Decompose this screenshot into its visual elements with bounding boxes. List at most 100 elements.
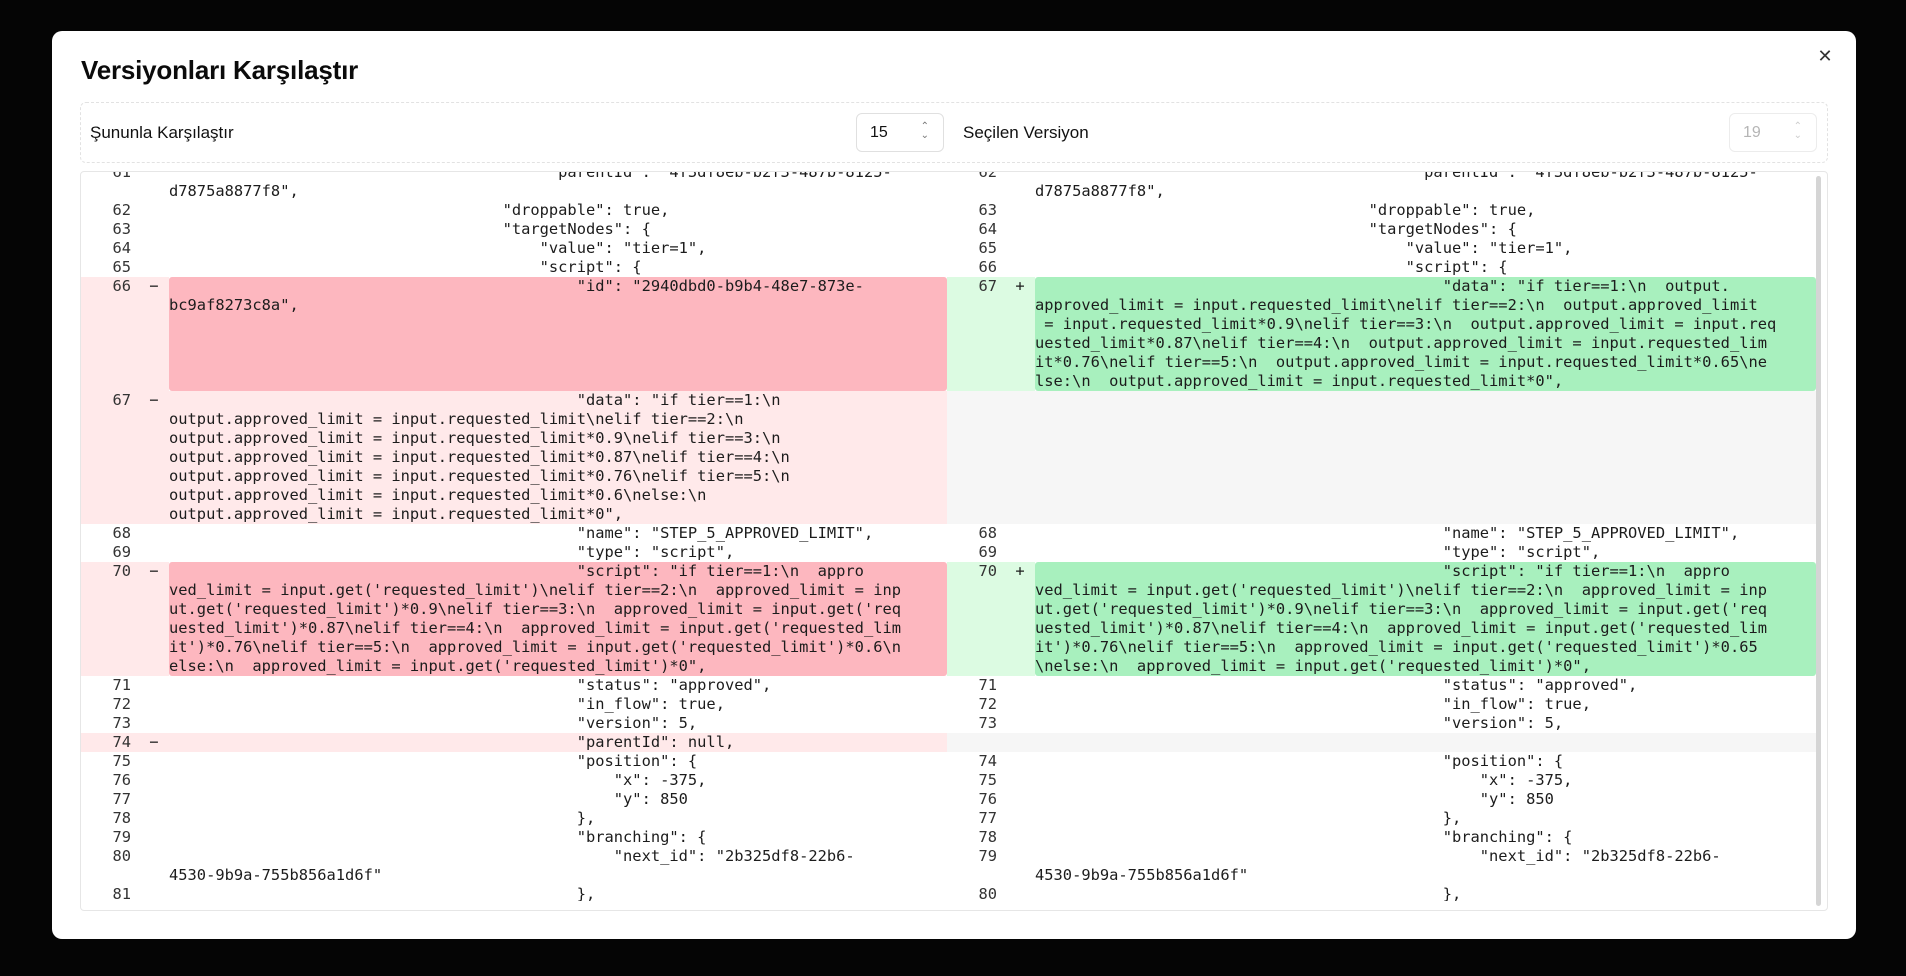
line-number: 69 [978, 543, 997, 561]
diff-line: 66− "id": "2940dbd0-b9b4-48e7-873e- bc9a… [81, 277, 947, 391]
code-text: "branching": { [1035, 828, 1573, 846]
diff-marker [1005, 847, 1035, 885]
diff-view: 61 "parentId": "4f3df8eb-b2f3-487b-8125-… [80, 171, 1828, 911]
diff-line: 76 "y": 850 [947, 790, 1816, 809]
diff-line: 69 "type": "script", [947, 543, 1816, 562]
diff-line [947, 391, 1816, 524]
close-icon[interactable]: ✕ [1814, 45, 1836, 67]
code-text: "droppable": true, [169, 201, 670, 219]
code-text: "name": "STEP_5_APPROVED_LIMIT", [1035, 524, 1740, 542]
diff-marker [139, 714, 169, 733]
diff-line: 63 "targetNodes": { [81, 220, 947, 239]
code-text: }, [169, 809, 596, 827]
diff-marker: + [1005, 562, 1035, 676]
code-text: "value": "tier=1", [169, 239, 707, 257]
selected-version-select: 19 ⌃ ⌄ [1729, 113, 1817, 152]
code-text: "status": "approved", [1035, 676, 1638, 694]
diff-line: 76 "x": -375, [81, 771, 947, 790]
code-text: "in_flow": true, [169, 695, 725, 713]
diff-marker [1005, 258, 1035, 277]
diff-marker [1005, 172, 1035, 201]
diff-marker: − [139, 391, 169, 524]
diff-marker [139, 524, 169, 543]
version-selectors: Şununla Karşılaştır 15 ⌃ ⌄ Seçilen Versiy… [80, 102, 1828, 163]
diff-marker: − [139, 733, 169, 752]
diff-marker [1005, 790, 1035, 809]
diff-line: 79 "branching": { [81, 828, 947, 847]
code-text: "y": 850 [1035, 790, 1554, 808]
code-text: "type": "script", [1035, 543, 1601, 561]
diff-line: 64 "targetNodes": { [947, 220, 1816, 239]
code-text: "targetNodes": { [169, 220, 651, 238]
code-text: "id": "2940dbd0-b9b4-48e7-873e- bc9af827… [169, 277, 947, 391]
diff-marker [1005, 828, 1035, 847]
diff-line: 80 "next_id": "2b325df8-22b6- 4530-9b9a-… [81, 847, 947, 885]
diff-line: 71 "status": "approved", [81, 676, 947, 695]
diff-marker [139, 201, 169, 220]
diff-line: 74− "parentId": null, [81, 733, 947, 752]
line-number: 76 [112, 771, 131, 789]
diff-line: 78 "branching": { [947, 828, 1816, 847]
diff-line: 75 "position": { [81, 752, 947, 771]
diff-marker: + [1005, 277, 1035, 391]
code-text: "next_id": "2b325df8-22b6- 4530-9b9a-755… [1035, 847, 1721, 884]
diff-marker [139, 676, 169, 695]
diff-line: 80 }, [947, 885, 1816, 901]
diff-marker [1005, 809, 1035, 828]
compare-with-select[interactable]: 15 ⌃ ⌄ [856, 113, 944, 152]
diff-line: 68 "name": "STEP_5_APPROVED_LIMIT", [947, 524, 1816, 543]
code-text: "script": { [169, 258, 642, 276]
diff-marker [139, 828, 169, 847]
diff-line: 69 "type": "script", [81, 543, 947, 562]
code-text: "script": "if tier==1:\n appro ved_limit… [1035, 562, 1816, 676]
diff-line: 64 "value": "tier=1", [81, 239, 947, 258]
diff-right-pane: 62 "parentId": "4f3df8eb-b2f3-487b-8125-… [947, 171, 1816, 901]
code-text: "status": "approved", [169, 676, 772, 694]
line-number: 65 [112, 258, 131, 276]
code-text: "parentId": "4f3df8eb-b2f3-487b-8125- d7… [169, 171, 892, 200]
line-number: 66 [978, 258, 997, 276]
code-text: "data": "if tier==1:\n output. approved_… [1035, 277, 1816, 391]
diff-marker [139, 771, 169, 790]
code-text: "next_id": "2b325df8-22b6- 4530-9b9a-755… [169, 847, 855, 884]
diff-line: 77 "y": 850 [81, 790, 947, 809]
chevron-updown-icon: ⌃ ⌄ [1793, 121, 1802, 141]
selected-version-selector: Seçilen Versiyon 19 ⌃ ⌄ [954, 103, 1827, 162]
line-number: 66 [81, 277, 139, 391]
code-text: "x": -375, [1035, 771, 1573, 789]
line-number: 75 [112, 752, 131, 770]
diff-marker [1005, 695, 1035, 714]
chevron-updown-icon: ⌃ ⌄ [920, 121, 929, 141]
diff-line: 66 "script": { [947, 258, 1816, 277]
line-number: 62 [978, 171, 997, 181]
line-number: 78 [112, 809, 131, 827]
diff-marker [139, 752, 169, 771]
diff-line: 62 "droppable": true, [81, 201, 947, 220]
diff-marker [139, 220, 169, 239]
diff-line: 81 }, [81, 885, 947, 901]
line-number: 72 [112, 695, 131, 713]
line-number: 61 [112, 171, 131, 181]
code-text: "position": { [1035, 752, 1564, 770]
compare-with-selector: Şununla Karşılaştır 15 ⌃ ⌄ [81, 103, 954, 162]
code-text: "script": { [1035, 258, 1508, 276]
diff-line: 70− "script": "if tier==1:\n appro ved_l… [81, 562, 947, 676]
compare-versions-modal: Versiyonları Karşılaştır ✕ Şununla Karşı… [52, 31, 1856, 939]
code-text: "script": "if tier==1:\n appro ved_limit… [169, 562, 947, 676]
diff-scrollbar[interactable] [1816, 176, 1821, 906]
line-number: 78 [978, 828, 997, 846]
line-number: 68 [112, 524, 131, 542]
code-text: "in_flow": true, [1035, 695, 1591, 713]
selected-version-value: 19 [1743, 124, 1761, 141]
diff-marker: − [139, 277, 169, 391]
diff-line: 74 "position": { [947, 752, 1816, 771]
code-text: "parentId": null, [169, 733, 947, 752]
diff-line: 70 + "script": "if tier==1:\n appro ved_l… [947, 562, 1816, 676]
code-text: "position": { [169, 752, 698, 770]
diff-marker [1005, 201, 1035, 220]
diff-marker [1005, 524, 1035, 543]
diff-line [947, 733, 1816, 752]
line-number: 77 [978, 809, 997, 827]
diff-line: 75 "x": -375, [947, 771, 1816, 790]
compare-with-label: Şununla Karşılaştır [90, 123, 234, 142]
